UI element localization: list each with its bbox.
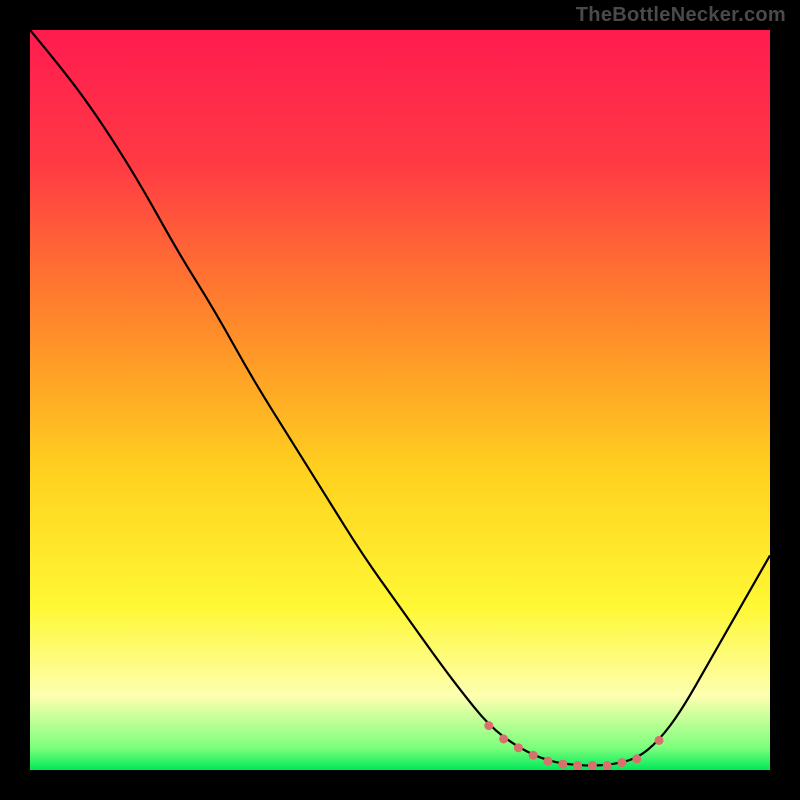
optimum-marker [558,760,567,769]
optimum-marker [588,761,597,770]
optimum-marker [484,721,493,730]
optimum-marker [544,757,553,766]
optimum-marker [573,761,582,770]
optimum-marker [655,736,664,745]
optimum-marker [603,761,612,770]
plot-area [30,30,770,770]
optimum-marker [499,734,508,743]
optimum-marker [529,751,538,760]
watermark-text: TheBottleNecker.com [576,4,786,27]
bottleneck-curve-chart [30,30,770,770]
chart-frame: TheBottleNecker.com [0,0,800,800]
gradient-background [30,30,770,770]
optimum-marker [514,743,523,752]
optimum-marker [632,754,641,763]
optimum-marker [618,758,627,767]
